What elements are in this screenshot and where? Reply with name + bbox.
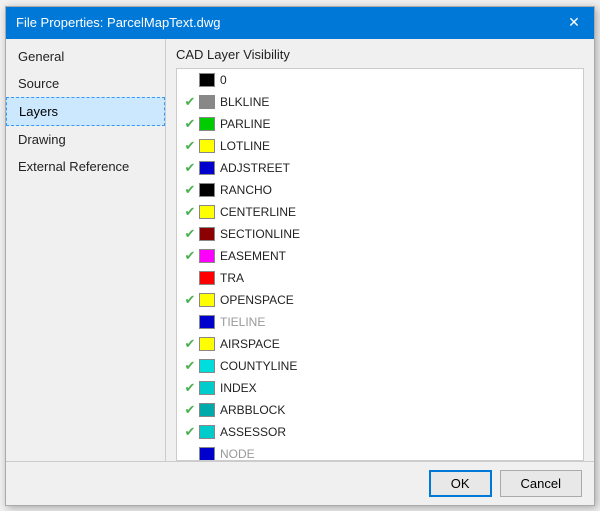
layer-item[interactable]: ✔ COUNTYLINE [177, 355, 583, 377]
layer-item[interactable]: ✔ ASSESSOR [177, 421, 583, 443]
color-swatch [199, 139, 215, 153]
layer-item[interactable]: ✔ OPENSPACE [177, 289, 583, 311]
layer-name: OPENSPACE [220, 293, 294, 307]
layer-name: CENTERLINE [220, 205, 296, 219]
layer-item[interactable]: ✔ ADJSTREET [177, 157, 583, 179]
visibility-check: ✔ [181, 116, 199, 132]
visibility-check: ✔ [181, 138, 199, 154]
color-swatch [199, 227, 215, 241]
ok-button[interactable]: OK [429, 470, 492, 497]
color-swatch [199, 447, 215, 461]
color-swatch [199, 95, 215, 109]
layer-name: PARLINE [220, 117, 270, 131]
layer-name: ADJSTREET [220, 161, 290, 175]
layer-name: COUNTYLINE [220, 359, 297, 373]
sidebar-item-layers[interactable]: Layers [6, 97, 165, 126]
layer-name: 0 [220, 73, 227, 87]
layer-name: BLKLINE [220, 95, 269, 109]
color-swatch [199, 359, 215, 373]
visibility-check: ✔ [181, 292, 199, 308]
layer-name: SECTIONLINE [220, 227, 300, 241]
layer-name: ASSESSOR [220, 425, 286, 439]
visibility-check: ✔ [181, 380, 199, 396]
layer-name: LOTLINE [220, 139, 270, 153]
layer-item[interactable]: ✔ EASEMENT [177, 245, 583, 267]
color-swatch [199, 315, 215, 329]
cancel-button[interactable]: Cancel [500, 470, 582, 497]
layer-item[interactable]: ✔ LOTLINE [177, 135, 583, 157]
layer-item[interactable]: 0 [177, 69, 583, 91]
layer-item[interactable]: TIELINE [177, 311, 583, 333]
visibility-check: ✔ [181, 248, 199, 264]
sidebar-item-drawing[interactable]: Drawing [6, 126, 165, 153]
layer-name: INDEX [220, 381, 257, 395]
layer-item[interactable]: ✔ RANCHO [177, 179, 583, 201]
sidebar-item-external-reference[interactable]: External Reference [6, 153, 165, 180]
visibility-check: ✔ [181, 226, 199, 242]
color-swatch [199, 293, 215, 307]
sidebar-item-source[interactable]: Source [6, 70, 165, 97]
visibility-check: ✔ [181, 424, 199, 440]
layer-name: AIRSPACE [220, 337, 280, 351]
sidebar-item-general[interactable]: General [6, 43, 165, 70]
color-swatch [199, 161, 215, 175]
layer-item[interactable]: ✔ BLKLINE [177, 91, 583, 113]
dialog-body: GeneralSourceLayersDrawingExternal Refer… [6, 39, 594, 461]
sidebar: GeneralSourceLayersDrawingExternal Refer… [6, 39, 166, 461]
color-swatch [199, 403, 215, 417]
visibility-check: ✔ [181, 94, 199, 110]
layer-name: TRA [220, 271, 244, 285]
color-swatch [199, 425, 215, 439]
visibility-check: ✔ [181, 336, 199, 352]
visibility-check: ✔ [181, 358, 199, 374]
layer-item[interactable]: ✔ CENTERLINE [177, 201, 583, 223]
title-bar: File Properties: ParcelMapText.dwg ✕ [6, 7, 594, 39]
layer-name: NODE [220, 447, 255, 461]
color-swatch [199, 337, 215, 351]
layer-item[interactable]: ✔ ARBBLOCK [177, 399, 583, 421]
color-swatch [199, 183, 215, 197]
dialog-title: File Properties: ParcelMapText.dwg [16, 15, 220, 30]
color-swatch [199, 117, 215, 131]
layer-item[interactable]: ✔ PARLINE [177, 113, 583, 135]
color-swatch [199, 381, 215, 395]
layer-item[interactable]: NODE [177, 443, 583, 461]
visibility-check: ✔ [181, 160, 199, 176]
color-swatch [199, 205, 215, 219]
content-area: CAD Layer Visibility 0 ✔ BLKLINE ✔ PARLINE ✔ L… [166, 39, 594, 461]
layer-item[interactable]: ✔ AIRSPACE [177, 333, 583, 355]
layer-name: RANCHO [220, 183, 272, 197]
color-swatch [199, 271, 215, 285]
layer-name: EASEMENT [220, 249, 286, 263]
color-swatch [199, 73, 215, 87]
close-button[interactable]: ✕ [564, 13, 584, 33]
visibility-check: ✔ [181, 402, 199, 418]
layer-item[interactable]: TRA [177, 267, 583, 289]
layer-item[interactable]: ✔ SECTIONLINE [177, 223, 583, 245]
color-swatch [199, 249, 215, 263]
file-properties-dialog: File Properties: ParcelMapText.dwg ✕ Gen… [5, 6, 595, 506]
layer-name: TIELINE [220, 315, 265, 329]
content-title: CAD Layer Visibility [176, 47, 584, 62]
visibility-check: ✔ [181, 204, 199, 220]
visibility-check: ✔ [181, 182, 199, 198]
layer-name: ARBBLOCK [220, 403, 285, 417]
layer-item[interactable]: ✔ INDEX [177, 377, 583, 399]
dialog-footer: OK Cancel [6, 461, 594, 505]
layer-list[interactable]: 0 ✔ BLKLINE ✔ PARLINE ✔ LOTLINE ✔ ADJSTREET ✔ RANC… [176, 68, 584, 461]
